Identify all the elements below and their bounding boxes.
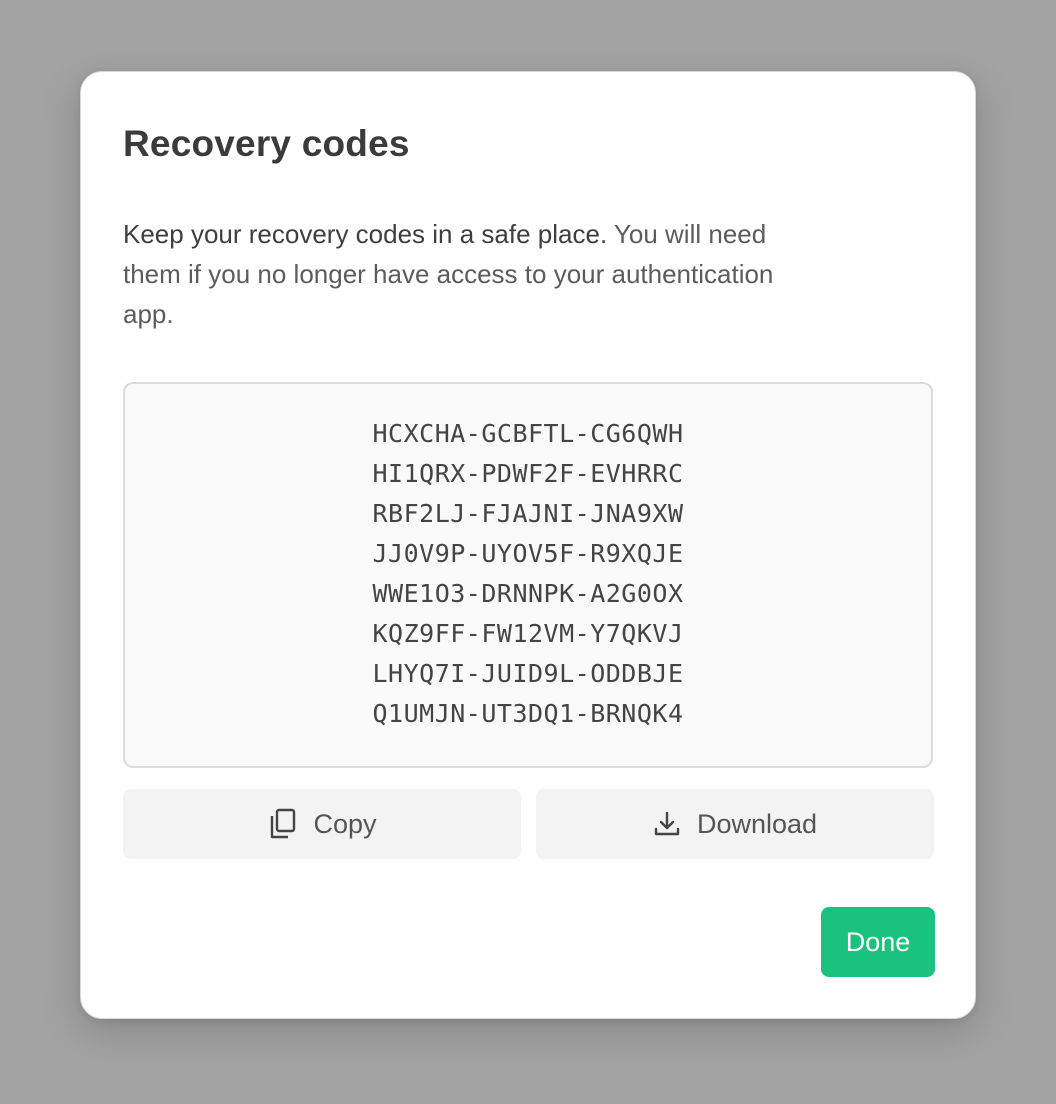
recovery-code: RBF2LJ-FJAJNI-JNA9XW	[372, 499, 684, 528]
copy-button-label: Copy	[313, 808, 377, 839]
recovery-codes-list[interactable]: HCXCHA-GCBFTL-CG6QWH HI1QRX-PDWF2F-EVHRR…	[123, 382, 933, 768]
copy-button[interactable]: Copy	[123, 789, 521, 859]
recovery-code: LHYQ7I-JUID9L-ODDBJE	[372, 659, 684, 688]
copy-icon	[267, 808, 297, 840]
recovery-code: WWE1O3-DRNNPK-A2G0OX	[372, 579, 684, 608]
dialog-description: Keep your recovery codes in a safe place…	[123, 214, 823, 334]
recovery-codes-dialog: Recovery codes Keep your recovery codes …	[80, 71, 976, 1019]
recovery-code: Q1UMJN-UT3DQ1-BRNQK4	[372, 699, 684, 728]
recovery-code: HI1QRX-PDWF2F-EVHRRC	[372, 459, 684, 488]
recovery-code: JJ0V9P-UYOV5F-R9XQJE	[372, 539, 684, 568]
recovery-code: HCXCHA-GCBFTL-CG6QWH	[372, 419, 684, 448]
download-button[interactable]: Download	[536, 789, 934, 859]
done-button[interactable]: Done	[821, 907, 935, 977]
dialog-title: Recovery codes	[123, 123, 410, 164]
recovery-code: KQZ9FF-FW12VM-Y7QKVJ	[372, 619, 684, 648]
download-icon	[653, 810, 681, 838]
download-button-label: Download	[696, 808, 818, 839]
description-emphasis: Keep your recovery codes in a safe place…	[123, 219, 608, 249]
